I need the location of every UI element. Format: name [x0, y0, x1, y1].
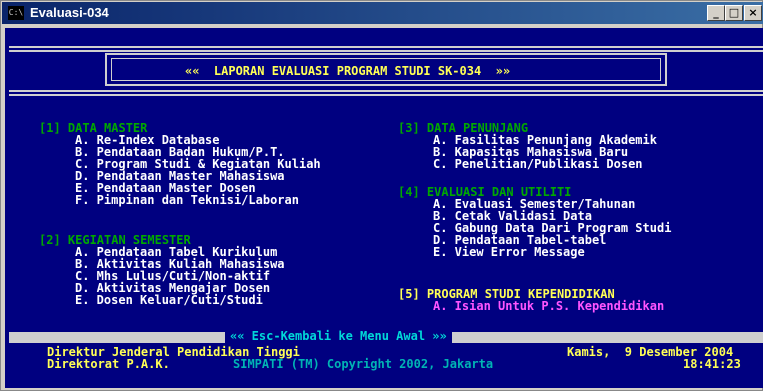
report-banner: «« LAPORAN EVALUASI PROGRAM STUDI SK-034…: [185, 64, 511, 78]
esc-back-label[interactable]: «« Esc-Kembali ke Menu Awal »»: [225, 329, 452, 344]
menu-item-penelitian-publikasi[interactable]: C. Penelitian/Publikasi Dosen: [433, 158, 643, 170]
header-top-line: [9, 46, 763, 48]
close-button[interactable]: ×: [744, 5, 762, 21]
console-window: C:\ Evaluasi-034 _ □ × «« LAPORAN EVALUA…: [0, 0, 763, 391]
minimize-button[interactable]: _: [707, 5, 725, 21]
console-screen[interactable]: «« LAPORAN EVALUASI PROGRAM STUDI SK-034…: [5, 28, 763, 388]
header-bottom-line: [9, 90, 763, 92]
header-top-line-inner: [9, 50, 763, 52]
header-bottom-line-inner: [9, 94, 763, 96]
copyright-text: SIMPATI (TM) Copyright 2002, Jakarta: [233, 357, 494, 371]
org-line-2: Direktorat P.A.K.: [47, 357, 170, 371]
footer-time: 18:41:23: [683, 357, 741, 371]
menu-item-isian-kependidikan[interactable]: A. Isian Untuk P.S. Kependidikan: [433, 300, 664, 312]
menu-item-pimpinan-teknisi[interactable]: F. Pimpinan dan Teknisi/Laboran: [75, 194, 299, 206]
window-title: Evaluasi-034: [30, 5, 109, 20]
console-app-icon[interactable]: C:\: [8, 6, 24, 20]
title-bar[interactable]: C:\ Evaluasi-034 _ □ ×: [2, 2, 763, 24]
maximize-button[interactable]: □: [725, 5, 743, 21]
menu-item-view-error[interactable]: E. View Error Message: [433, 246, 585, 258]
menu-item-dosen-keluar[interactable]: E. Dosen Keluar/Cuti/Studi: [75, 294, 263, 306]
